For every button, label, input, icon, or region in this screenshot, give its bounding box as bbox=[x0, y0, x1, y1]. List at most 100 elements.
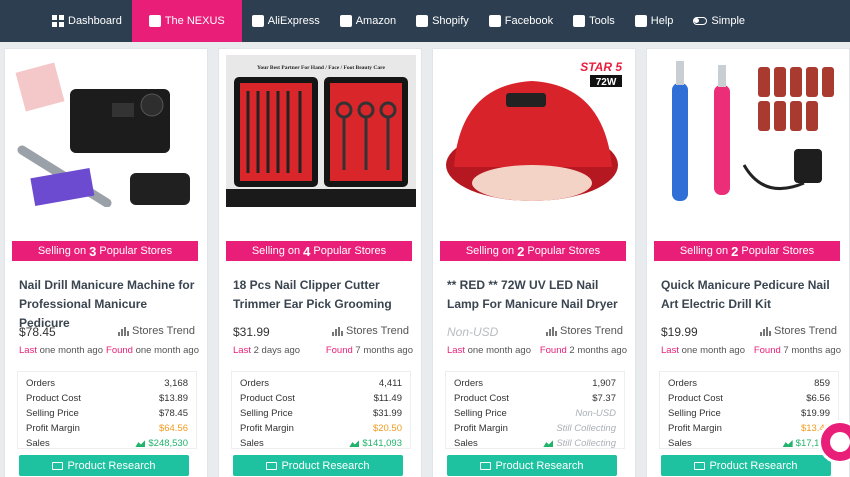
selling-stores-badge: Selling on 3 Popular Stores bbox=[12, 241, 198, 261]
nav-item-dashboard[interactable]: Dashboard bbox=[42, 0, 132, 42]
last-label: Last bbox=[447, 345, 465, 356]
stores-trend-link[interactable]: Stores Trend bbox=[760, 325, 837, 337]
sales-value-wrap: $248,530 bbox=[135, 438, 188, 449]
stat-label: Selling Price bbox=[668, 408, 721, 419]
stat-value: $20.50 bbox=[372, 423, 402, 434]
product-research-button[interactable]: Product Research bbox=[19, 455, 189, 476]
stat-label: Sales bbox=[454, 438, 478, 449]
stat-label: Product Cost bbox=[454, 393, 509, 404]
nav-item-help[interactable]: Help bbox=[625, 0, 684, 42]
nav-item-aliexpress[interactable]: AliExpress bbox=[242, 0, 330, 42]
book-icon bbox=[52, 461, 64, 470]
stats-row-profit-margin: Profit Margin Still Collecting bbox=[454, 421, 616, 436]
stat-value: $31.99 bbox=[372, 408, 402, 419]
stores-count: 2 bbox=[731, 243, 739, 259]
bar-chart-icon bbox=[760, 326, 772, 336]
top-navigation: Dashboard The NEXUS AliExpress Amazon Sh… bbox=[0, 0, 850, 42]
product-image[interactable] bbox=[654, 55, 844, 207]
image-watt-text: 72W bbox=[596, 77, 617, 88]
badge-suffix: Popular Stores bbox=[741, 245, 815, 257]
stores-trend-link[interactable]: Stores Trend bbox=[332, 325, 409, 337]
electric-drill-kit-illustration bbox=[672, 61, 834, 201]
found-value: one month ago bbox=[135, 345, 199, 356]
product-research-button[interactable]: Product Research bbox=[233, 455, 403, 476]
nav-item-shopify[interactable]: Shopify bbox=[406, 0, 479, 42]
bar-chart-icon bbox=[118, 326, 130, 336]
stats-row-sales: Sales Still Collecting bbox=[454, 436, 616, 451]
book-icon bbox=[694, 461, 706, 470]
stat-value: Non-USD bbox=[575, 408, 616, 419]
product-research-button[interactable]: Product Research bbox=[447, 455, 617, 476]
stat-label: Sales bbox=[240, 438, 264, 449]
stats-row-orders: Orders 1,907 bbox=[454, 376, 616, 391]
stat-value: $78.45 bbox=[158, 408, 188, 419]
stats-row-profit-margin: Profit Margin $20.50 bbox=[240, 421, 402, 436]
nav-item-label: Tools bbox=[589, 15, 615, 27]
product-card[interactable]: Selling on 2 Popular Stores Quick Manicu… bbox=[646, 48, 850, 477]
nav-item-simple[interactable]: Simple bbox=[683, 0, 755, 42]
found-value: 7 months ago bbox=[355, 345, 413, 356]
found-date: Found 7 months ago bbox=[754, 345, 841, 356]
stat-label: Product Cost bbox=[240, 393, 295, 404]
last-value: one month ago bbox=[39, 345, 103, 356]
stores-trend-link[interactable]: Stores Trend bbox=[546, 325, 623, 337]
stats-row-selling-price: Selling Price $19.99 bbox=[668, 406, 830, 421]
date-info: Last 2 days ago Found 7 months ago bbox=[233, 345, 413, 356]
found-label: Found bbox=[753, 345, 781, 356]
product-title[interactable]: ** RED ** 72W UV LED Nail Lamp For Manic… bbox=[447, 276, 627, 314]
product-price: $78.45 bbox=[19, 325, 56, 339]
stats-row-orders: Orders 4,411 bbox=[240, 376, 402, 391]
stores-trend-label: Stores Trend bbox=[132, 325, 195, 337]
stat-label: Sales bbox=[26, 438, 50, 449]
badge-suffix: Popular Stores bbox=[313, 245, 387, 257]
product-title[interactable]: Quick Manicure Pedicure Nail Art Electri… bbox=[661, 276, 841, 314]
stores-trend-link[interactable]: Stores Trend bbox=[118, 325, 195, 337]
product-research-button[interactable]: Product Research bbox=[661, 455, 831, 476]
badge-prefix: Selling on bbox=[251, 245, 301, 257]
date-info: Last one month ago Found 2 months ago bbox=[447, 345, 627, 356]
facebook-icon bbox=[488, 15, 501, 27]
nail-clipper-kit-illustration: Your Best Partner For Hand / Face / Foot… bbox=[226, 55, 416, 207]
stats-row-selling-price: Selling Price $31.99 bbox=[240, 406, 402, 421]
area-chart-icon bbox=[135, 439, 146, 447]
product-card[interactable]: Selling on 3 Popular Stores Nail Drill M… bbox=[4, 48, 208, 477]
stat-label: Profit Margin bbox=[454, 423, 508, 434]
found-label: Found bbox=[325, 345, 353, 356]
nav-item-label: Dashboard bbox=[68, 15, 122, 27]
stat-label: Product Cost bbox=[26, 393, 81, 404]
stats-row-product-cost: Product Cost $11.49 bbox=[240, 391, 402, 406]
nav-item-amazon[interactable]: Amazon bbox=[330, 0, 406, 42]
stores-count: 3 bbox=[89, 243, 97, 259]
stats-table: Orders 3,168 Product Cost $13.89 Selling P… bbox=[17, 371, 197, 449]
stat-value: $11.49 bbox=[373, 393, 402, 404]
nav-item-facebook[interactable]: Facebook bbox=[479, 0, 563, 42]
stores-trend-label: Stores Trend bbox=[774, 325, 837, 337]
help-icon bbox=[634, 15, 647, 27]
selling-stores-badge: Selling on 4 Popular Stores bbox=[226, 241, 412, 261]
found-value: 2 months ago bbox=[569, 345, 627, 356]
product-image[interactable] bbox=[12, 55, 202, 207]
button-label: Product Research bbox=[281, 459, 370, 472]
found-label: Found bbox=[539, 345, 567, 356]
stat-value: 3,168 bbox=[164, 378, 188, 389]
shopify-icon bbox=[416, 15, 429, 27]
product-card[interactable]: STAR 5 72W Selling on 2 Popular Stores *… bbox=[432, 48, 636, 477]
nav-item-tools[interactable]: Tools bbox=[563, 0, 625, 42]
stat-value: $7.37 bbox=[592, 393, 616, 404]
nav-item-the-nexus[interactable]: The NEXUS bbox=[131, 0, 242, 42]
button-label: Product Research bbox=[67, 459, 156, 472]
stat-label: Profit Margin bbox=[240, 423, 294, 434]
product-image[interactable]: STAR 5 72W bbox=[440, 55, 630, 207]
product-card[interactable]: Your Best Partner For Hand / Face / Foot… bbox=[218, 48, 422, 477]
last-seen: Last one month ago bbox=[447, 345, 531, 356]
last-seen: Last one month ago bbox=[19, 345, 103, 356]
nav-item-label: Facebook bbox=[504, 15, 554, 27]
stat-value: $64.56 bbox=[158, 423, 188, 434]
stats-table: Orders 859 Product Cost $6.56 Selling Pric… bbox=[659, 371, 839, 449]
product-image[interactable]: Your Best Partner For Hand / Face / Foot… bbox=[226, 55, 416, 207]
button-label: Product Research bbox=[495, 459, 584, 472]
amazon-icon bbox=[339, 15, 352, 27]
stats-row-product-cost: Product Cost $6.56 bbox=[668, 391, 830, 406]
uv-led-lamp-illustration: STAR 5 72W bbox=[446, 60, 622, 201]
product-title[interactable]: 18 Pcs Nail Clipper Cutter Trimmer Ear P… bbox=[233, 276, 413, 314]
